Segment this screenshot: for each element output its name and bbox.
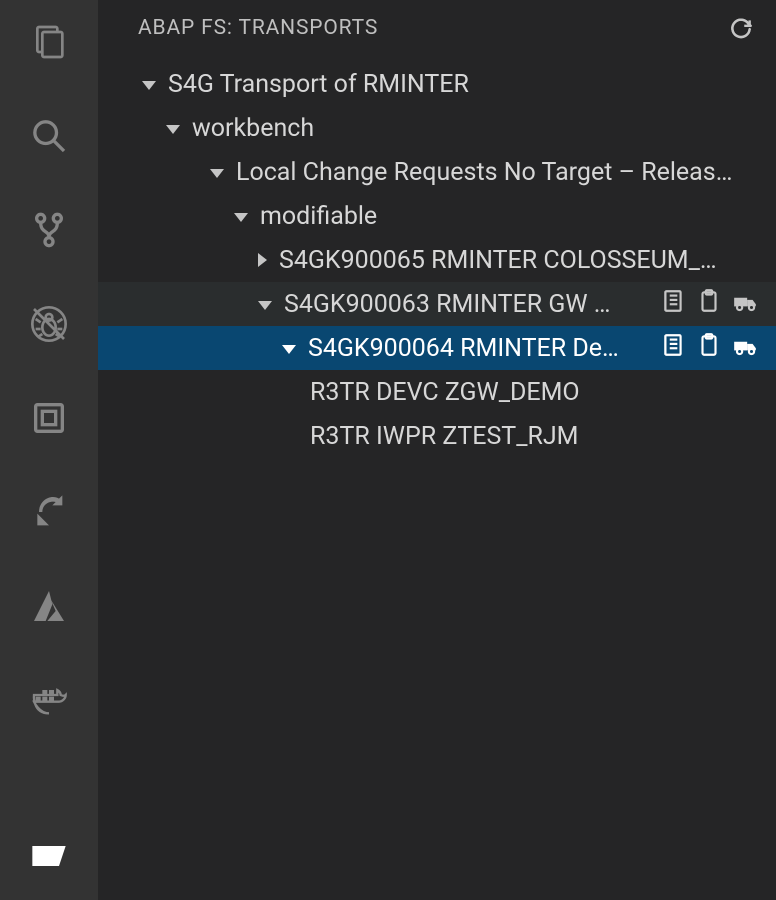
tree-workbench[interactable]: workbench: [98, 106, 776, 150]
abap-transport-icon[interactable]: [25, 394, 73, 442]
panel-header: ABAP FS: TRANSPORTS: [98, 0, 776, 56]
tree-label: S4GK900065 RMINTER COLOSSEUM_…: [279, 246, 758, 275]
chevron-right-icon: [258, 253, 267, 267]
transport-tree: S4G Transport of RMINTER workbench Local…: [98, 56, 776, 458]
side-panel: ABAP FS: TRANSPORTS S4G Transport of RMI…: [98, 0, 776, 900]
chevron-down-icon: [234, 213, 248, 222]
tree-local-change-requests[interactable]: Local Change Requests No Target – Releas…: [98, 150, 776, 194]
live-share-icon[interactable]: [25, 488, 73, 536]
tree-root[interactable]: S4G Transport of RMINTER: [98, 62, 776, 106]
chevron-down-icon: [258, 301, 272, 310]
tree-transport-064[interactable]: S4GK900064 RMINTER De…: [98, 326, 776, 370]
azure-icon[interactable]: [25, 582, 73, 630]
refresh-icon[interactable]: [728, 15, 754, 41]
source-control-icon[interactable]: [25, 206, 73, 254]
tree-modifiable[interactable]: modifiable: [98, 194, 776, 238]
release-transport-icon[interactable]: [732, 331, 758, 366]
chevron-down-icon: [210, 169, 224, 178]
tree-object-iwpr[interactable]: R3TR IWPR ZTEST_RJM: [98, 414, 776, 458]
tree-label: workbench: [192, 114, 758, 143]
tree-label: R3TR IWPR ZTEST_RJM: [310, 422, 758, 451]
row-actions: [660, 287, 758, 322]
tree-label: Local Change Requests No Target – Releas…: [236, 158, 758, 187]
chevron-down-icon: [142, 81, 156, 90]
tree-object-devc[interactable]: R3TR DEVC ZGW_DEMO: [98, 370, 776, 414]
search-icon[interactable]: [25, 112, 73, 160]
clipboard-icon[interactable]: [696, 331, 722, 366]
docker-icon[interactable]: [25, 676, 73, 724]
active-tool-icon[interactable]: [25, 832, 73, 880]
tree-label: S4G Transport of RMINTER: [168, 70, 758, 99]
tree-transport-065[interactable]: S4GK900065 RMINTER COLOSSEUM_…: [98, 238, 776, 282]
open-reference-icon[interactable]: [660, 331, 686, 366]
open-reference-icon[interactable]: [660, 287, 686, 322]
chevron-down-icon: [166, 125, 180, 134]
release-transport-icon[interactable]: [732, 287, 758, 322]
tree-label: S4GK900063 RMINTER GW …: [284, 290, 652, 319]
tree-transport-063[interactable]: S4GK900063 RMINTER GW …: [98, 282, 776, 326]
panel-title: ABAP FS: TRANSPORTS: [138, 16, 728, 40]
debug-icon[interactable]: [25, 300, 73, 348]
row-actions: [660, 331, 758, 366]
tree-label: modifiable: [260, 202, 758, 231]
tree-label: R3TR DEVC ZGW_DEMO: [310, 378, 758, 407]
chevron-down-icon: [282, 345, 296, 354]
tree-label: S4GK900064 RMINTER De…: [308, 334, 652, 363]
clipboard-icon[interactable]: [696, 287, 722, 322]
explorer-icon[interactable]: [25, 18, 73, 66]
activity-bar: [0, 0, 98, 900]
